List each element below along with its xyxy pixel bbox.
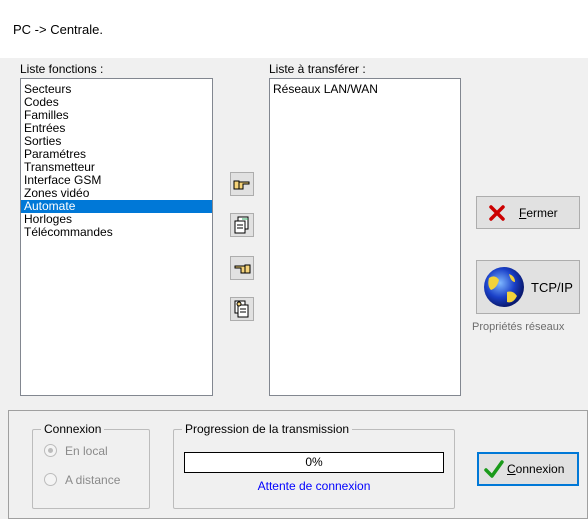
remote-radio[interactable]: [44, 473, 57, 486]
transfer-listbox[interactable]: Réseaux LAN/WAN: [269, 78, 461, 396]
bottom-panel: Connexion En local A distance Progressio…: [8, 410, 588, 519]
connect-button-label: Connexion: [507, 462, 565, 476]
window-title-bar: PC -> Centrale.: [0, 0, 588, 58]
transfer-list-label: Liste à transférer :: [269, 62, 366, 76]
tcpip-button[interactable]: TCP/IP: [476, 260, 580, 314]
local-radio-label: En local: [65, 444, 108, 458]
functions-listbox[interactable]: Secteurs Codes Familles Entrées Sorties Param…: [20, 78, 213, 396]
connection-status: Attente de connexion: [257, 479, 371, 493]
progress-group: Progression de la transmission 0% Attent…: [173, 422, 455, 509]
window-title: PC -> Centrale.: [13, 22, 103, 37]
connection-group-legend: Connexion: [41, 422, 105, 436]
globe-icon: [484, 267, 524, 307]
functions-list-label: Liste fonctions :: [20, 62, 104, 76]
close-button[interactable]: Fermer: [476, 196, 580, 229]
pointing-hand-left-icon: [234, 264, 251, 274]
green-check-icon: [484, 460, 504, 478]
list-item[interactable]: Réseaux LAN/WAN: [270, 83, 460, 96]
pointing-hand-right-icon: [233, 180, 250, 190]
documents-back-icon: [234, 300, 249, 318]
close-button-label: Fermer: [519, 205, 558, 220]
remove-all-button[interactable]: [230, 297, 254, 321]
connect-button[interactable]: Connexion: [477, 452, 579, 486]
local-radio[interactable]: [44, 444, 57, 457]
progress-percent: 0%: [305, 455, 323, 469]
remove-from-transfer-button[interactable]: [230, 256, 254, 280]
multiple-documents-icon: [234, 216, 249, 234]
list-item[interactable]: Télécommandes: [21, 226, 212, 239]
connection-group: Connexion En local A distance: [32, 422, 150, 509]
network-properties-caption: Propriétés réseaux: [472, 321, 565, 333]
progress-bar: 0%: [184, 452, 444, 473]
red-x-icon: [489, 204, 505, 221]
add-all-button[interactable]: [230, 213, 254, 237]
add-to-transfer-button[interactable]: [230, 172, 254, 196]
remote-radio-label: A distance: [65, 473, 121, 487]
tcpip-button-label: TCP/IP: [531, 279, 573, 295]
progress-group-legend: Progression de la transmission: [182, 422, 353, 436]
